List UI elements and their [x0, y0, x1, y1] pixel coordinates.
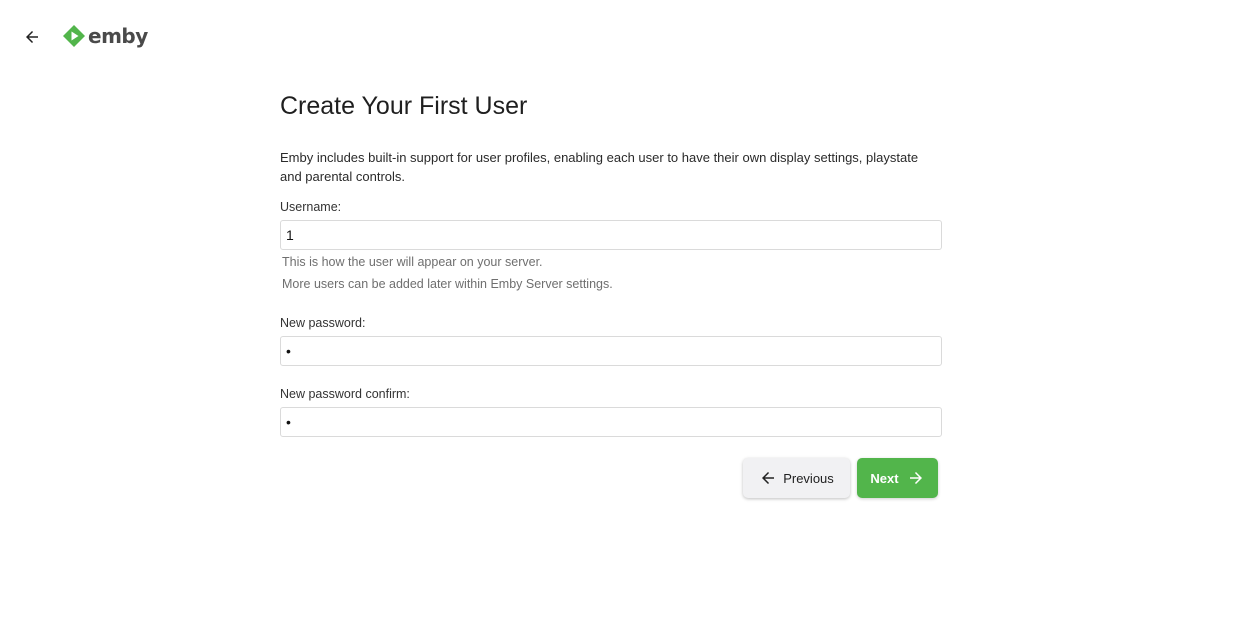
username-input[interactable]: [280, 220, 942, 250]
password-confirm-field: New password confirm:: [280, 386, 942, 437]
password-label: New password:: [280, 316, 366, 330]
password-input[interactable]: [280, 336, 942, 366]
password-field: New password:: [280, 315, 942, 366]
username-help: This is how the user will appear on your…: [280, 251, 942, 295]
username-help-text-2: More users can be added later within Emb…: [282, 277, 613, 291]
emby-logo-icon: [63, 25, 85, 47]
password-confirm-input[interactable]: [280, 407, 942, 437]
intro-text: Emby includes built-in support for user …: [280, 150, 919, 184]
logo-text: emby: [88, 24, 148, 48]
emby-logo[interactable]: emby: [62, 22, 148, 50]
wizard-buttons: Previous Next: [743, 458, 938, 498]
password-confirm-label: New password confirm:: [280, 387, 410, 401]
back-button[interactable]: [19, 24, 45, 50]
next-button[interactable]: Next: [857, 458, 938, 498]
page-title: Create Your First User: [280, 92, 528, 120]
previous-button[interactable]: Previous: [743, 458, 850, 498]
username-help-text-1: This is how the user will appear on your…: [282, 255, 543, 269]
next-button-label: Next: [870, 470, 899, 486]
username-label: Username:: [280, 200, 342, 214]
username-field: Username: This is how the user will appe…: [280, 199, 942, 295]
previous-button-label: Previous: [783, 470, 834, 486]
wizard-content: Create Your First User Emby includes bui…: [280, 88, 942, 437]
arrow-left-icon: [26, 31, 38, 43]
header: emby: [0, 0, 1234, 72]
arrow-right-icon: [907, 469, 925, 487]
arrow-left-icon: [759, 469, 777, 487]
